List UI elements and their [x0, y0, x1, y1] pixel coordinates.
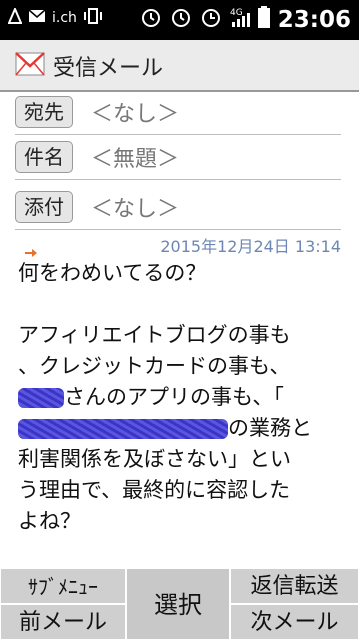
clock: 23:06 — [277, 7, 351, 33]
mail-icon — [28, 9, 46, 27]
body-text: の業務と — [228, 416, 312, 440]
attachment-label: 添付 — [15, 191, 73, 223]
alarm-clock-icon — [200, 6, 222, 34]
header-row-subject[interactable]: 件名 ＜無題＞ — [15, 135, 341, 180]
vibrate-on-icon — [83, 8, 103, 28]
body-line: よね？ — [18, 509, 81, 533]
status-bar: i.ch 4G 23:06 — [0, 0, 359, 40]
body-line: の業務と — [18, 413, 348, 444]
alarm-icon-2 — [170, 6, 192, 34]
redaction-mark — [18, 419, 228, 439]
header-row-to[interactable]: 宛先 ＜なし＞ — [15, 90, 341, 135]
page-title: 受信メール — [53, 56, 164, 81]
reply-forward-button[interactable]: 返信転送 — [230, 568, 359, 604]
alarm-icon — [140, 6, 162, 34]
to-label: 宛先 — [15, 96, 73, 128]
body-line: う理由で、最終的に容認した — [18, 478, 291, 502]
previous-mail-button[interactable]: 前メール — [0, 604, 126, 640]
body-line: アフィリエイトブログの事も — [18, 323, 291, 347]
notification-signal-icon — [7, 6, 23, 28]
status-left: i.ch — [7, 6, 103, 28]
attachment-value: ＜なし＞ — [91, 197, 180, 222]
select-button[interactable]: 選択 — [126, 568, 230, 640]
subject-label: 件名 — [15, 141, 73, 173]
redaction-mark — [18, 388, 64, 408]
envelope-icon — [15, 52, 45, 76]
arrow-flag-icon — [25, 242, 37, 257]
sub-menu-button[interactable]: ｻﾌﾞﾒﾆｭｰ — [0, 568, 126, 604]
signal-4g-icon: 4G — [230, 6, 250, 34]
status-right: 4G 23:06 — [140, 6, 351, 34]
to-value: ＜なし＞ — [91, 102, 180, 127]
ichannel-label: i.ch — [52, 10, 77, 26]
body-line: 何をわめいてるの？ — [18, 261, 207, 285]
next-mail-button[interactable]: 次メール — [230, 604, 359, 640]
body-text: さんのアプリの事も、「 — [64, 385, 284, 409]
received-date: 2015年12月24日 13:14 — [160, 237, 341, 256]
svg-text:4G: 4G — [230, 8, 243, 18]
body-line: さんのアプリの事も、「 — [18, 382, 348, 413]
message-body: 何をわめいてるの？ アフィリエイトブログの事も 、クレジットカードの事も、 さん… — [18, 258, 348, 537]
app-bar: 受信メール — [0, 40, 359, 92]
subject-value: ＜無題＞ — [91, 147, 180, 172]
softkey-bar: ｻﾌﾞﾒﾆｭｰ 前メール 選択 返信転送 次メール — [0, 568, 359, 640]
header-row-attachment[interactable]: 添付 ＜なし＞ — [15, 185, 341, 230]
body-line: 、クレジットカードの事も、 — [18, 354, 291, 378]
battery-icon — [257, 6, 270, 34]
body-line: 利害関係を及ぼさない」とい — [18, 447, 291, 471]
